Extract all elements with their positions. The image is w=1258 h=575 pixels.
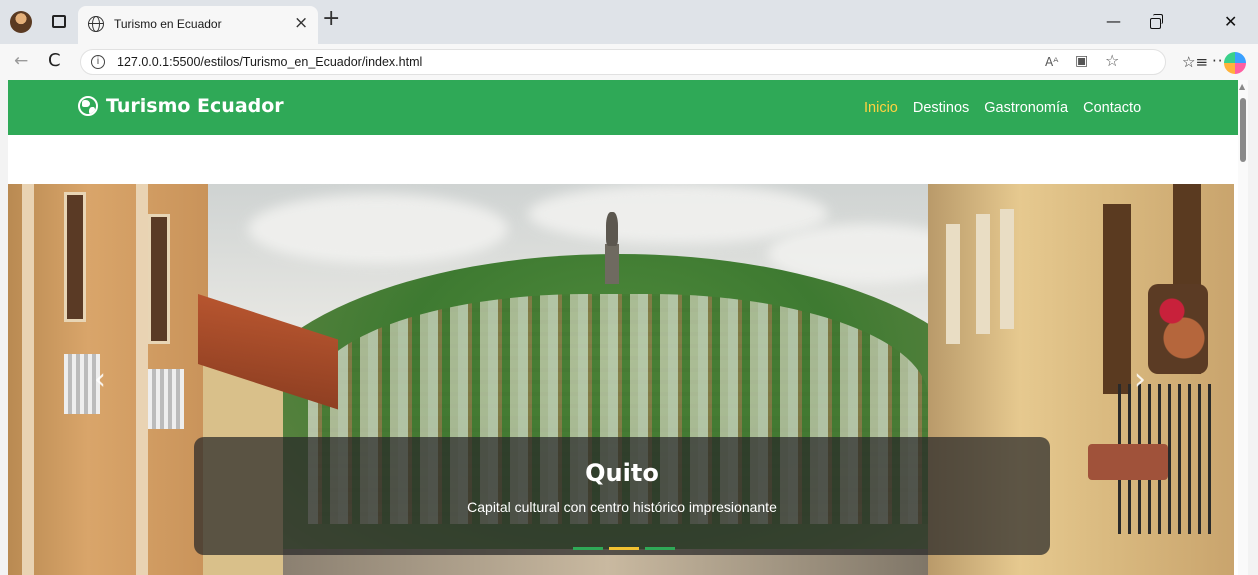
close-window-button[interactable]: ✕ bbox=[1224, 12, 1237, 31]
statue-pedestal bbox=[605, 244, 619, 284]
brand-globe-icon bbox=[78, 96, 98, 116]
brand[interactable]: Turismo Ecuador bbox=[78, 95, 284, 117]
globe-icon bbox=[88, 16, 104, 32]
restore-button[interactable] bbox=[1150, 14, 1163, 29]
page-viewport: Turismo Ecuador Inicio Destinos Gastrono… bbox=[8, 80, 1248, 575]
door bbox=[1103, 204, 1131, 394]
nav-link-destinos[interactable]: Destinos bbox=[913, 100, 969, 116]
carousel-indicator-1[interactable] bbox=[573, 547, 603, 550]
flower-box bbox=[1088, 444, 1168, 480]
window bbox=[64, 192, 86, 322]
column bbox=[22, 184, 34, 575]
favorite-star-icon[interactable]: ☆ bbox=[1105, 51, 1119, 70]
caption-subtitle: Capital cultural con centro histórico im… bbox=[467, 499, 777, 515]
tab-close-button[interactable]: × bbox=[294, 13, 308, 33]
read-aloud-icon[interactable]: Aᴬ bbox=[1045, 55, 1058, 69]
carousel-prev-button[interactable]: ‹ bbox=[94, 362, 106, 397]
nav-links: Inicio Destinos Gastronomía Contacto bbox=[864, 100, 1141, 116]
tab-actions-icon[interactable] bbox=[52, 15, 66, 28]
shutter bbox=[946, 224, 960, 344]
browser-titlebar: Turismo en Ecuador × + — ✕ bbox=[0, 0, 1258, 44]
shutter bbox=[976, 214, 990, 334]
balustrade bbox=[148, 369, 184, 429]
carousel-indicator-2[interactable] bbox=[609, 547, 639, 550]
scroll-thumb[interactable] bbox=[1240, 98, 1246, 162]
copilot-icon[interactable] bbox=[1224, 52, 1246, 74]
carousel-indicator-3[interactable] bbox=[645, 547, 675, 550]
site-navbar: Turismo Ecuador Inicio Destinos Gastrono… bbox=[8, 80, 1238, 135]
nav-link-gastronomia[interactable]: Gastronomía bbox=[984, 100, 1068, 116]
window bbox=[148, 214, 170, 344]
favorites-icon[interactable]: ☆≡ bbox=[1182, 53, 1208, 71]
hero-carousel: ‹ › Quito Capital cultural con centro hi… bbox=[8, 184, 1234, 575]
nav-link-inicio[interactable]: Inicio bbox=[864, 100, 898, 116]
carousel-next-button[interactable]: › bbox=[1134, 362, 1146, 397]
flower-pots bbox=[1148, 284, 1208, 374]
minimize-button[interactable]: — bbox=[1106, 12, 1121, 30]
reload-button[interactable]: C bbox=[48, 50, 61, 71]
page-scrollbar[interactable]: ▲ bbox=[1238, 80, 1248, 575]
cloud bbox=[248, 194, 508, 264]
scroll-up-icon[interactable]: ▲ bbox=[1239, 82, 1245, 91]
brand-text[interactable]: Turismo Ecuador bbox=[106, 95, 284, 117]
cloud bbox=[528, 184, 828, 244]
shutter bbox=[1000, 209, 1014, 329]
nav-link-contacto[interactable]: Contacto bbox=[1083, 100, 1141, 116]
carousel-indicators bbox=[573, 547, 675, 550]
address-input[interactable]: i 127.0.0.1:5500/estilos/Turismo_en_Ecua… bbox=[80, 49, 1166, 75]
carousel-caption: Quito Capital cultural con centro histór… bbox=[194, 437, 1050, 555]
info-icon[interactable]: i bbox=[91, 55, 105, 69]
profile-avatar-icon[interactable] bbox=[10, 11, 32, 33]
browser-tab[interactable]: Turismo en Ecuador × bbox=[78, 6, 318, 44]
virgin-statue bbox=[606, 212, 618, 246]
address-toolbar: ← C i 127.0.0.1:5500/estilos/Turismo_en_… bbox=[0, 44, 1258, 80]
immersive-reader-icon[interactable]: ▣ bbox=[1075, 53, 1088, 69]
column bbox=[136, 184, 148, 575]
tab-title: Turismo en Ecuador bbox=[114, 17, 222, 31]
back-button[interactable]: ← bbox=[14, 51, 28, 71]
new-tab-button[interactable]: + bbox=[322, 6, 340, 31]
left-colonial-building bbox=[8, 184, 208, 575]
url-text[interactable]: 127.0.0.1:5500/estilos/Turismo_en_Ecuado… bbox=[117, 55, 422, 69]
caption-title: Quito bbox=[585, 459, 659, 487]
